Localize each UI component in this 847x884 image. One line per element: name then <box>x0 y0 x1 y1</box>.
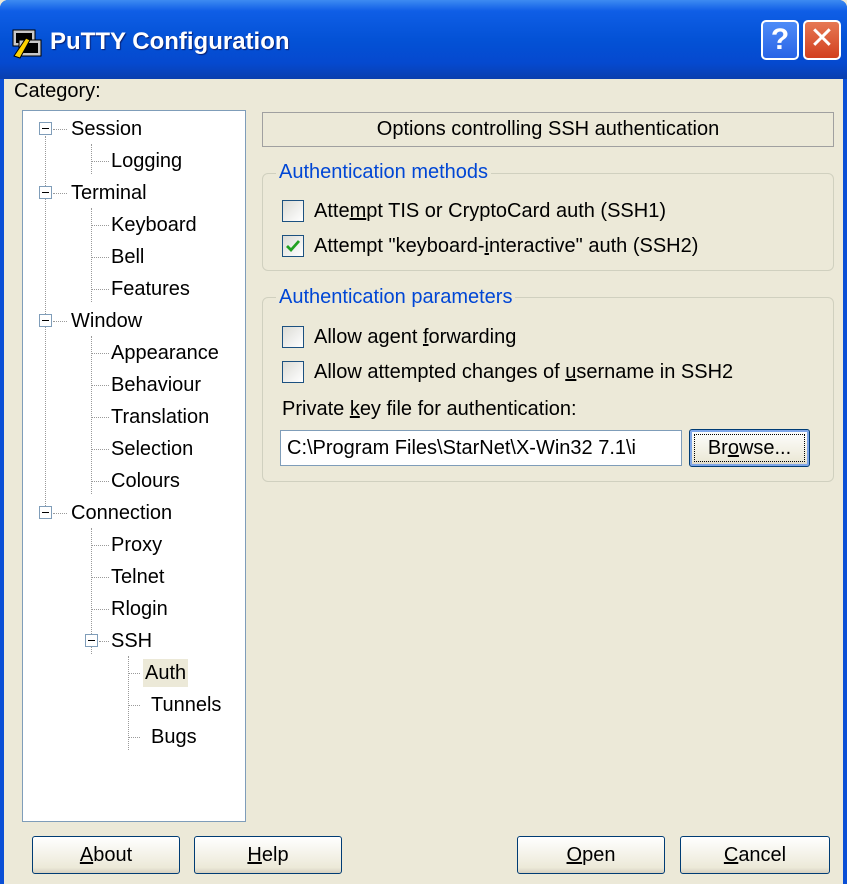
tree-item-ssh[interactable]: SSH <box>109 627 154 655</box>
keyboard-interactive-checkbox[interactable] <box>282 235 304 257</box>
agent-forwarding-checkbox[interactable] <box>282 326 304 348</box>
expander-connection[interactable] <box>39 506 52 519</box>
tis-auth-checkbox[interactable] <box>282 200 304 222</box>
auth-params-title: Authentication parameters <box>276 286 516 308</box>
tree-item-proxy[interactable]: Proxy <box>109 531 164 559</box>
tree-item-colours[interactable]: Colours <box>109 467 182 495</box>
category-label: Category: <box>14 80 101 102</box>
title-bar[interactable]: PuTTY Configuration ? ✕ <box>0 0 847 79</box>
tree-item-selection[interactable]: Selection <box>109 435 195 463</box>
expander-ssh[interactable] <box>85 634 98 647</box>
tree-item-terminal[interactable]: Terminal <box>69 179 149 207</box>
tree-item-bugs[interactable]: Bugs <box>149 723 199 751</box>
about-button[interactable]: About <box>32 836 180 874</box>
cancel-button[interactable]: Cancel <box>680 836 830 874</box>
category-tree[interactable]: Session Logging Terminal Keyboard Bell F… <box>22 110 246 822</box>
close-button[interactable]: ✕ <box>803 20 841 60</box>
tree-item-keyboard[interactable]: Keyboard <box>109 211 199 239</box>
panel-header: Options controlling SSH authentication <box>262 112 834 147</box>
expander-terminal[interactable] <box>39 186 52 199</box>
tree-item-rlogin[interactable]: Rlogin <box>109 595 170 623</box>
tree-item-connection[interactable]: Connection <box>69 499 174 527</box>
tree-item-tunnels[interactable]: Tunnels <box>149 691 223 719</box>
open-button[interactable]: Open <box>517 836 665 874</box>
tree-item-features[interactable]: Features <box>109 275 192 303</box>
tree-item-translation[interactable]: Translation <box>109 403 211 431</box>
help-button[interactable]: Help <box>194 836 342 874</box>
tree-item-bell[interactable]: Bell <box>109 243 146 271</box>
browse-button[interactable]: Browse... <box>689 429 810 467</box>
username-change-checkbox[interactable] <box>282 361 304 383</box>
window-title: PuTTY Configuration <box>50 28 290 55</box>
expander-session[interactable] <box>39 122 52 135</box>
keyfile-label: Private key file for authentication: <box>282 398 577 420</box>
auth-methods-title: Authentication methods <box>276 161 492 183</box>
tree-item-behaviour[interactable]: Behaviour <box>109 371 203 399</box>
keyfile-input[interactable]: C:\Program Files\StarNet\X-Win32 7.1\i <box>280 430 682 466</box>
tree-item-window[interactable]: Window <box>69 307 144 335</box>
expander-window[interactable] <box>39 314 52 327</box>
help-title-button[interactable]: ? <box>761 20 799 60</box>
check-icon <box>286 240 301 253</box>
tree-item-appearance[interactable]: Appearance <box>109 339 221 367</box>
putty-app-icon <box>12 29 42 59</box>
tree-item-telnet[interactable]: Telnet <box>109 563 166 591</box>
tree-item-session[interactable]: Session <box>69 115 144 143</box>
tree-item-auth[interactable]: Auth <box>143 659 189 687</box>
tree-item-logging[interactable]: Logging <box>109 147 184 175</box>
